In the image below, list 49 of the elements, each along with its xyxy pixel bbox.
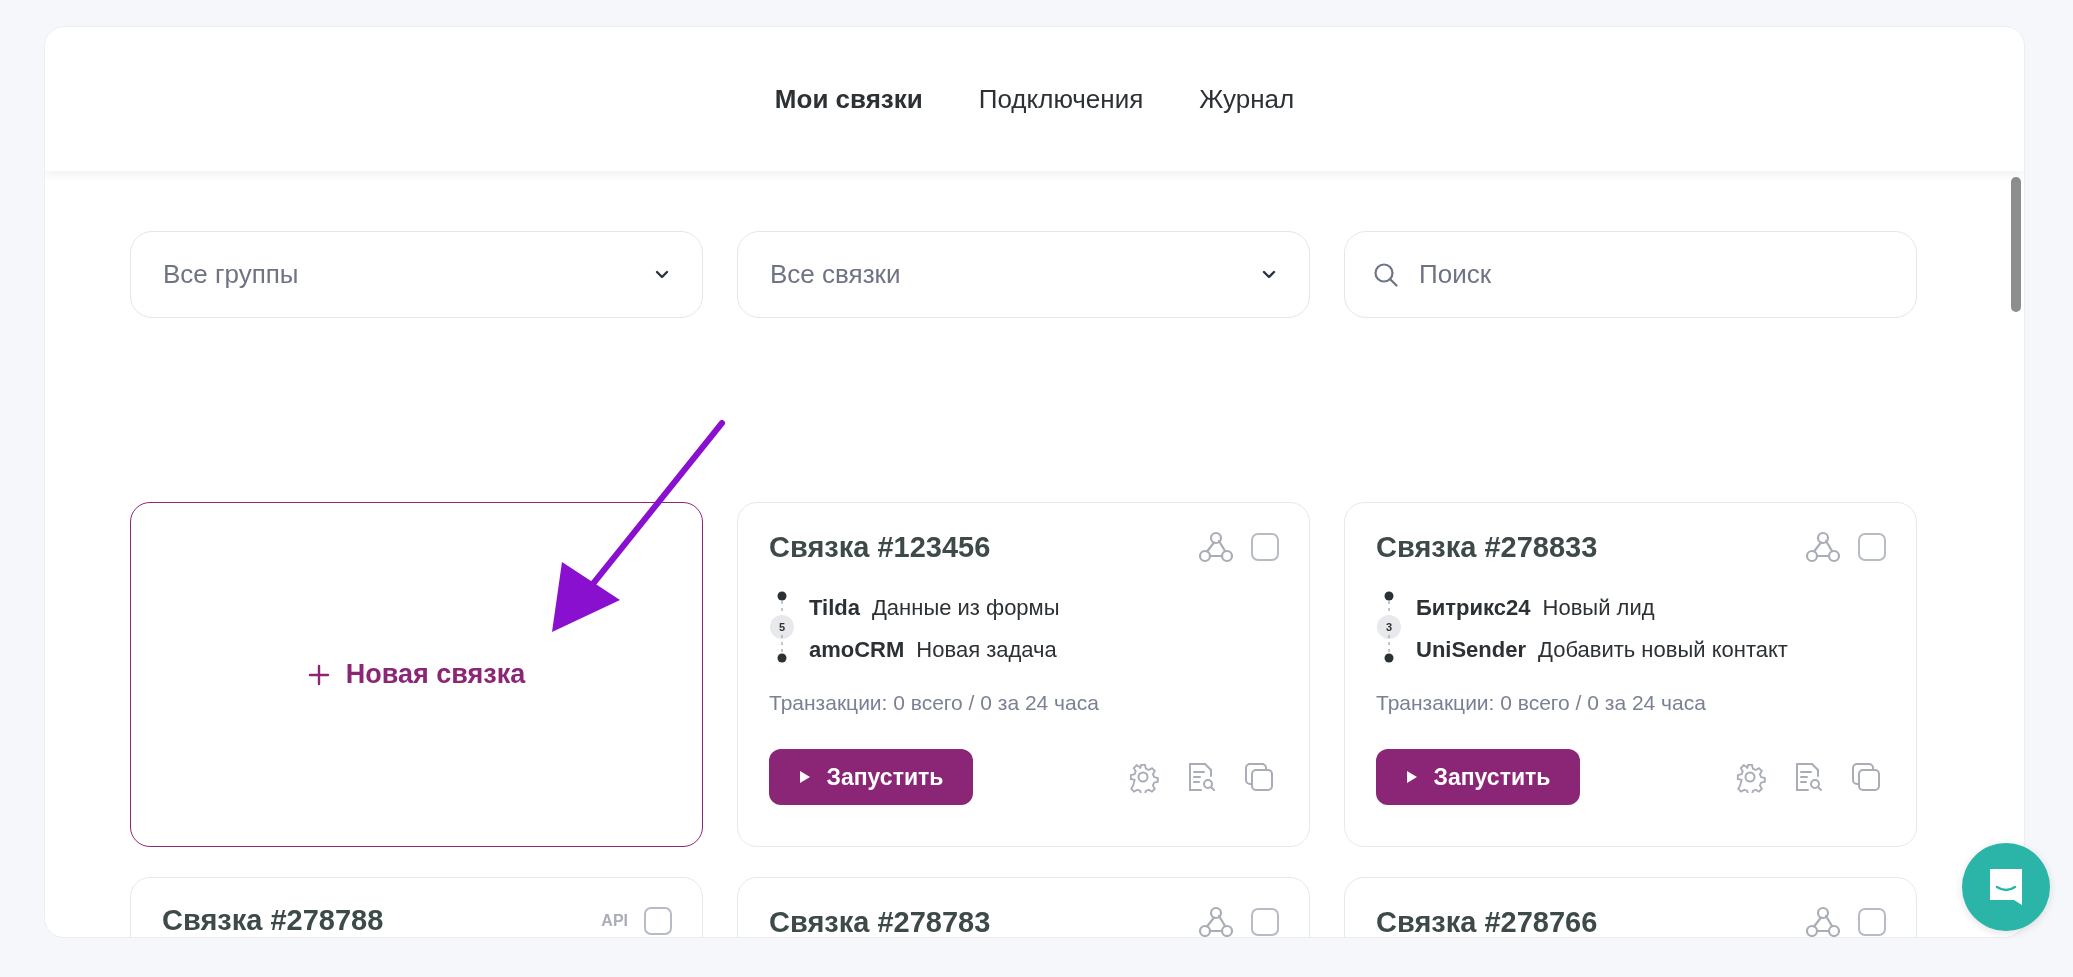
chevron-down-icon [1261,269,1277,280]
search-field[interactable]: Поиск [1344,231,1917,318]
action-name: Новая задача [916,637,1057,663]
webhook-icon [1804,529,1842,565]
action-name: Данные из формы [871,595,1060,621]
chevron-down-icon [654,269,670,280]
search-icon [1372,261,1400,289]
scrollbar-thumb[interactable] [2011,177,2021,312]
select-checkbox[interactable] [1251,533,1279,561]
api-label: API [601,911,628,930]
play-icon [1405,770,1418,784]
copy-icon[interactable] [1850,761,1882,793]
app-name: Битрикс24 [1416,595,1531,621]
app-name: Tilda [809,595,860,621]
tab[interactable]: Подключения [978,77,1144,121]
card-title: Связка #278783 [769,905,991,937]
transactions-text: Транзакции: 0 всего / 0 за 24 часа [769,691,1100,715]
run-button[interactable]: Запустить [769,749,973,805]
step-dot-icon [777,635,787,663]
plus-icon [307,663,330,686]
settings-icon[interactable] [1734,761,1766,793]
select-checkbox[interactable] [1858,533,1886,561]
app-name: UniSender [1416,637,1527,663]
select-checkbox[interactable] [644,906,672,935]
play-icon [798,770,811,784]
card-title: Связка #278788 [162,904,384,937]
select-checkbox[interactable] [1858,908,1886,936]
action-name: Новый лид [1542,595,1655,621]
select-checkbox[interactable] [1251,908,1279,936]
filter-dropdown[interactable]: Все группы [130,231,703,318]
settings-icon[interactable] [1127,761,1159,793]
step-count: 3 [1377,615,1401,639]
filter-dropdown[interactable]: Все связки [737,231,1310,318]
transactions-text: Транзакции: 0 всего / 0 за 24 часа [1376,691,1707,715]
card-title: Связка #278833 [1376,530,1598,564]
webhook-icon [1197,904,1235,937]
tab[interactable]: Мои связки [774,77,923,121]
copy-icon[interactable] [1243,761,1275,793]
app-name: amoCRM [809,637,905,663]
webhook-icon [1197,529,1235,565]
tab[interactable]: Журнал [1199,77,1295,121]
card-title: Связка #278766 [1376,905,1598,937]
webhook-icon [1804,904,1842,937]
new-connection-button[interactable]: Новая связка [130,502,703,847]
step-count: 5 [770,615,794,639]
card-title: Связка #123456 [769,530,991,564]
action-name: Добавить новый контакт [1538,637,1788,663]
run-button[interactable]: Запустить [1376,749,1580,805]
step-dot-icon [1384,635,1394,663]
